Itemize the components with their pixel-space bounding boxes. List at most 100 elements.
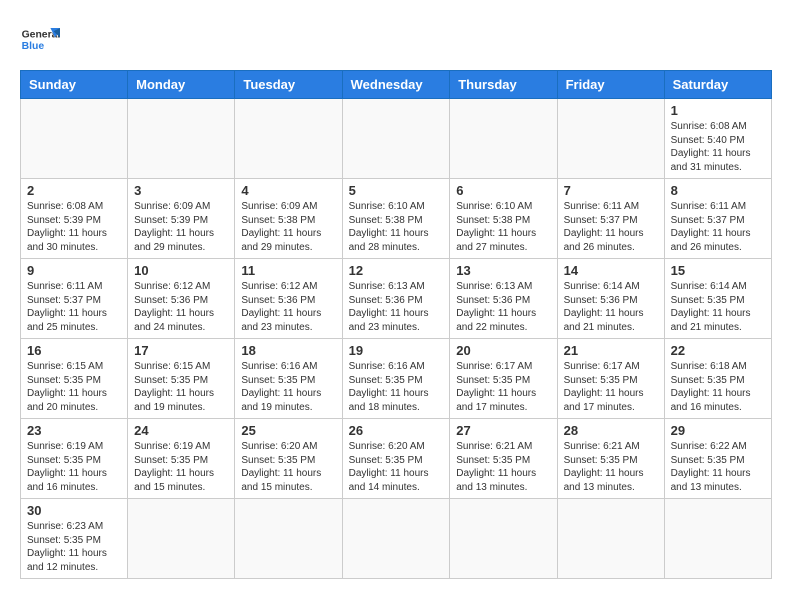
day-info: Sunrise: 6:09 AM Sunset: 5:38 PM Dayligh… xyxy=(241,200,335,254)
day-info: Sunrise: 6:10 AM Sunset: 5:38 PM Dayligh… xyxy=(456,200,550,254)
calendar-week-row: 1 Sunrise: 6:08 AM Sunset: 5:40 PM Daylig… xyxy=(21,99,772,179)
calendar-header-row: SundayMondayTuesdayWednesdayThursdayFrid… xyxy=(21,71,772,99)
calendar-day-cell: 1 Sunrise: 6:08 AM Sunset: 5:40 PM Daylig… xyxy=(664,99,771,179)
calendar-day-cell xyxy=(342,499,450,579)
calendar-week-row: 23Sunrise: 6:19 AM Sunset: 5:35 PM Dayli… xyxy=(21,419,772,499)
day-of-week-header: Friday xyxy=(557,71,664,99)
day-info: Sunrise: 6:21 AM Sunset: 5:35 PM Dayligh… xyxy=(564,440,658,494)
day-number: 16 xyxy=(27,343,121,358)
calendar-day-cell: 4 Sunrise: 6:09 AM Sunset: 5:38 PM Daylig… xyxy=(235,179,342,259)
day-info: Sunrise: 6:08 AM Sunset: 5:40 PM Dayligh… xyxy=(671,120,765,174)
day-of-week-header: Tuesday xyxy=(235,71,342,99)
calendar-week-row: 30Sunrise: 6:23 AM Sunset: 5:35 PM Dayli… xyxy=(21,499,772,579)
day-info: Sunrise: 6:19 AM Sunset: 5:35 PM Dayligh… xyxy=(134,440,228,494)
calendar-day-cell: 7 Sunrise: 6:11 AM Sunset: 5:37 PM Daylig… xyxy=(557,179,664,259)
calendar-day-cell xyxy=(128,99,235,179)
generalblue-logo-icon: General Blue xyxy=(20,20,60,60)
day-info: Sunrise: 6:16 AM Sunset: 5:35 PM Dayligh… xyxy=(349,360,444,414)
day-number: 13 xyxy=(456,263,550,278)
calendar-week-row: 2 Sunrise: 6:08 AM Sunset: 5:39 PM Daylig… xyxy=(21,179,772,259)
day-number: 14 xyxy=(564,263,658,278)
calendar-day-cell xyxy=(450,499,557,579)
calendar-day-cell xyxy=(21,99,128,179)
calendar-week-row: 9 Sunrise: 6:11 AM Sunset: 5:37 PM Daylig… xyxy=(21,259,772,339)
calendar-day-cell xyxy=(557,499,664,579)
day-number: 4 xyxy=(241,183,335,198)
calendar-day-cell: 23Sunrise: 6:19 AM Sunset: 5:35 PM Dayli… xyxy=(21,419,128,499)
day-info: Sunrise: 6:18 AM Sunset: 5:35 PM Dayligh… xyxy=(671,360,765,414)
calendar-day-cell: 2 Sunrise: 6:08 AM Sunset: 5:39 PM Daylig… xyxy=(21,179,128,259)
day-number: 20 xyxy=(456,343,550,358)
day-number: 28 xyxy=(564,423,658,438)
logo: General Blue xyxy=(20,20,60,60)
day-number: 10 xyxy=(134,263,228,278)
day-number: 18 xyxy=(241,343,335,358)
day-number: 2 xyxy=(27,183,121,198)
day-number: 5 xyxy=(349,183,444,198)
day-info: Sunrise: 6:13 AM Sunset: 5:36 PM Dayligh… xyxy=(456,280,550,334)
day-info: Sunrise: 6:19 AM Sunset: 5:35 PM Dayligh… xyxy=(27,440,121,494)
calendar-day-cell: 17Sunrise: 6:15 AM Sunset: 5:35 PM Dayli… xyxy=(128,339,235,419)
calendar-day-cell: 18 Sunrise: 6:16 AM Sunset: 5:35 PM Dayli… xyxy=(235,339,342,419)
calendar-day-cell: 19 Sunrise: 6:16 AM Sunset: 5:35 PM Dayli… xyxy=(342,339,450,419)
calendar-day-cell: 24Sunrise: 6:19 AM Sunset: 5:35 PM Dayli… xyxy=(128,419,235,499)
day-number: 19 xyxy=(349,343,444,358)
day-number: 9 xyxy=(27,263,121,278)
day-info: Sunrise: 6:13 AM Sunset: 5:36 PM Dayligh… xyxy=(349,280,444,334)
day-info: Sunrise: 6:21 AM Sunset: 5:35 PM Dayligh… xyxy=(456,440,550,494)
day-number: 11 xyxy=(241,263,335,278)
calendar-day-cell xyxy=(128,499,235,579)
day-number: 17 xyxy=(134,343,228,358)
svg-text:Blue: Blue xyxy=(22,41,45,52)
calendar-day-cell xyxy=(450,99,557,179)
day-info: Sunrise: 6:12 AM Sunset: 5:36 PM Dayligh… xyxy=(241,280,335,334)
day-number: 21 xyxy=(564,343,658,358)
calendar-day-cell xyxy=(342,99,450,179)
day-number: 1 xyxy=(671,103,765,118)
day-number: 15 xyxy=(671,263,765,278)
calendar-day-cell: 9 Sunrise: 6:11 AM Sunset: 5:37 PM Daylig… xyxy=(21,259,128,339)
day-info: Sunrise: 6:17 AM Sunset: 5:35 PM Dayligh… xyxy=(564,360,658,414)
day-number: 8 xyxy=(671,183,765,198)
calendar-day-cell: 20 Sunrise: 6:17 AM Sunset: 5:35 PM Dayli… xyxy=(450,339,557,419)
day-info: Sunrise: 6:14 AM Sunset: 5:35 PM Dayligh… xyxy=(671,280,765,334)
page-header: General Blue xyxy=(20,20,772,60)
day-info: Sunrise: 6:11 AM Sunset: 5:37 PM Dayligh… xyxy=(671,200,765,254)
day-of-week-header: Thursday xyxy=(450,71,557,99)
day-number: 6 xyxy=(456,183,550,198)
calendar-day-cell: 15 Sunrise: 6:14 AM Sunset: 5:35 PM Dayli… xyxy=(664,259,771,339)
day-info: Sunrise: 6:11 AM Sunset: 5:37 PM Dayligh… xyxy=(564,200,658,254)
calendar-day-cell: 13 Sunrise: 6:13 AM Sunset: 5:36 PM Dayli… xyxy=(450,259,557,339)
calendar-table: SundayMondayTuesdayWednesdayThursdayFrid… xyxy=(20,70,772,579)
calendar-day-cell: 28 Sunrise: 6:21 AM Sunset: 5:35 PM Dayli… xyxy=(557,419,664,499)
day-info: Sunrise: 6:23 AM Sunset: 5:35 PM Dayligh… xyxy=(27,520,121,574)
calendar-day-cell: 16Sunrise: 6:15 AM Sunset: 5:35 PM Dayli… xyxy=(21,339,128,419)
calendar-day-cell: 21 Sunrise: 6:17 AM Sunset: 5:35 PM Dayli… xyxy=(557,339,664,419)
day-of-week-header: Saturday xyxy=(664,71,771,99)
calendar-week-row: 16Sunrise: 6:15 AM Sunset: 5:35 PM Dayli… xyxy=(21,339,772,419)
day-number: 22 xyxy=(671,343,765,358)
day-info: Sunrise: 6:16 AM Sunset: 5:35 PM Dayligh… xyxy=(241,360,335,414)
day-number: 7 xyxy=(564,183,658,198)
day-info: Sunrise: 6:11 AM Sunset: 5:37 PM Dayligh… xyxy=(27,280,121,334)
calendar-day-cell: 10Sunrise: 6:12 AM Sunset: 5:36 PM Dayli… xyxy=(128,259,235,339)
day-info: Sunrise: 6:09 AM Sunset: 5:39 PM Dayligh… xyxy=(134,200,228,254)
day-info: Sunrise: 6:08 AM Sunset: 5:39 PM Dayligh… xyxy=(27,200,121,254)
day-info: Sunrise: 6:22 AM Sunset: 5:35 PM Dayligh… xyxy=(671,440,765,494)
day-of-week-header: Monday xyxy=(128,71,235,99)
calendar-day-cell: 25 Sunrise: 6:20 AM Sunset: 5:35 PM Dayli… xyxy=(235,419,342,499)
calendar-day-cell: 22 Sunrise: 6:18 AM Sunset: 5:35 PM Dayli… xyxy=(664,339,771,419)
calendar-day-cell: 26Sunrise: 6:20 AM Sunset: 5:35 PM Dayli… xyxy=(342,419,450,499)
day-number: 3 xyxy=(134,183,228,198)
day-number: 25 xyxy=(241,423,335,438)
calendar-day-cell: 12Sunrise: 6:13 AM Sunset: 5:36 PM Dayli… xyxy=(342,259,450,339)
day-of-week-header: Wednesday xyxy=(342,71,450,99)
calendar-day-cell: 14Sunrise: 6:14 AM Sunset: 5:36 PM Dayli… xyxy=(557,259,664,339)
day-info: Sunrise: 6:17 AM Sunset: 5:35 PM Dayligh… xyxy=(456,360,550,414)
day-of-week-header: Sunday xyxy=(21,71,128,99)
day-info: Sunrise: 6:20 AM Sunset: 5:35 PM Dayligh… xyxy=(241,440,335,494)
calendar-day-cell xyxy=(664,499,771,579)
day-number: 27 xyxy=(456,423,550,438)
calendar-day-cell: 8 Sunrise: 6:11 AM Sunset: 5:37 PM Daylig… xyxy=(664,179,771,259)
day-number: 29 xyxy=(671,423,765,438)
